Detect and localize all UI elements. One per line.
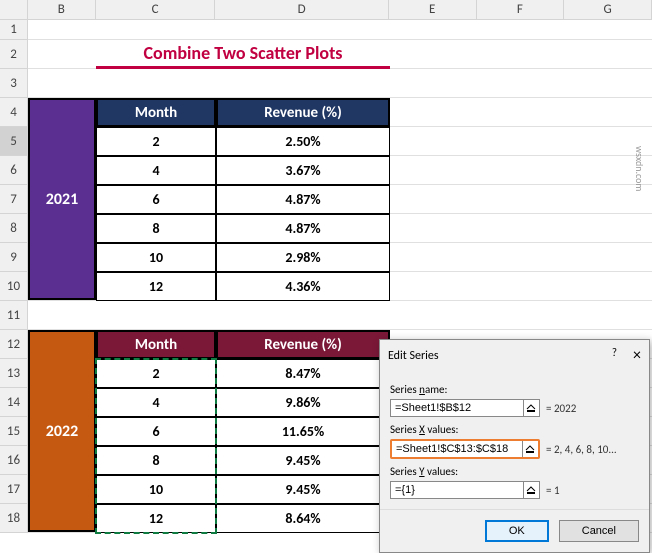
cell-revenue[interactable]: 3.67% [216,156,390,185]
cell-month[interactable]: 10 [96,475,216,504]
cell-revenue[interactable]: 8.47% [216,359,390,388]
cell-revenue[interactable]: 4.87% [216,185,390,214]
cell-month[interactable]: 4 [96,388,216,417]
header-revenue[interactable]: Revenue (%) [216,330,390,359]
watermark: wsxdn.com [633,146,646,191]
row-headers: 1 2 3 4 5 6 7 8 9 10 11 12 13 14 15 16 1… [0,20,28,533]
edit-series-dialog: Edit Series ? × Series name: = 2022 Seri… [379,339,650,553]
series-y-label: Series Y values: [390,465,639,478]
series-y-input[interactable] [391,482,523,498]
row-header[interactable]: 9 [0,243,27,272]
header-month[interactable]: Month [96,330,216,359]
cancel-button[interactable]: Cancel [559,520,639,542]
row-header[interactable]: 11 [0,301,27,330]
row-header[interactable]: 6 [0,156,27,185]
cell-revenue[interactable]: 8.64% [216,504,390,533]
col-header-B[interactable]: B [28,0,96,19]
series-name-hint: = 2022 [546,402,576,415]
row-header[interactable]: 15 [0,417,27,446]
page-title: Combine Two Scatter Plots [96,40,390,69]
row-header[interactable]: 10 [0,272,27,301]
series-name-label: Series name: [390,383,639,396]
header-revenue[interactable]: Revenue (%) [216,98,390,127]
row-header[interactable]: 17 [0,475,27,504]
row-header[interactable]: 12 [0,330,27,359]
series-x-input[interactable] [392,441,522,457]
row-header[interactable]: 3 [0,69,27,98]
cell-month[interactable]: 6 [96,185,216,214]
help-button[interactable]: ? [612,346,617,365]
close-button[interactable]: × [633,346,641,365]
col-header-G[interactable]: G [564,0,652,19]
series-x-hint: = 2, 4, 6, 8, 10... [546,443,617,456]
row-header[interactable]: 2 [0,40,27,69]
col-header-C[interactable]: C [96,0,216,19]
cell-month[interactable]: 8 [96,214,216,243]
row-header[interactable]: 1 [0,20,27,40]
row-header[interactable]: 5 [0,127,27,156]
cell-revenue[interactable]: 2.98% [216,243,390,272]
col-header-D[interactable]: D [215,0,388,19]
row-header[interactable]: 18 [0,504,27,533]
row-header[interactable]: 4 [0,98,27,127]
cell-revenue[interactable]: 9.86% [216,388,390,417]
col-header-E[interactable]: E [389,0,477,19]
column-headers: B C D E F G [0,0,652,20]
series-name-input[interactable] [391,400,523,416]
dialog-title: Edit Series [388,349,439,363]
row-header[interactable]: 14 [0,388,27,417]
row-header[interactable]: 7 [0,185,27,214]
collapse-icon[interactable] [522,441,538,457]
cell-revenue[interactable]: 4.87% [216,214,390,243]
series-y-hint: = 1 [546,484,560,497]
cell-month[interactable]: 12 [96,272,216,301]
header-month[interactable]: Month [96,98,216,127]
row-header[interactable]: 16 [0,446,27,475]
year-label-2022[interactable]: 2022 [28,330,96,532]
series-x-label: Series X values: [390,423,639,436]
cell-month[interactable]: 6 [96,417,216,446]
collapse-icon[interactable] [523,400,539,416]
cell-month[interactable]: 12 [96,504,216,533]
cell-revenue[interactable]: 9.45% [216,475,390,504]
ok-button[interactable]: OK [485,520,549,542]
collapse-icon[interactable] [523,482,539,498]
cell-month[interactable]: 4 [96,156,216,185]
cell-revenue[interactable]: 11.65% [216,417,390,446]
col-header-rownum[interactable] [0,0,28,19]
row-header[interactable]: 8 [0,214,27,243]
cell-month[interactable]: 2 [96,127,216,156]
cell-revenue[interactable]: 2.50% [216,127,390,156]
cell-month[interactable]: 2 [96,359,216,388]
cell-month[interactable]: 8 [96,446,216,475]
cell-revenue[interactable]: 9.45% [216,446,390,475]
cell-revenue[interactable]: 4.36% [216,272,390,301]
col-header-F[interactable]: F [477,0,565,19]
row-header[interactable]: 13 [0,359,27,388]
year-label-2021[interactable]: 2021 [28,98,96,300]
cell-month[interactable]: 10 [96,243,216,272]
